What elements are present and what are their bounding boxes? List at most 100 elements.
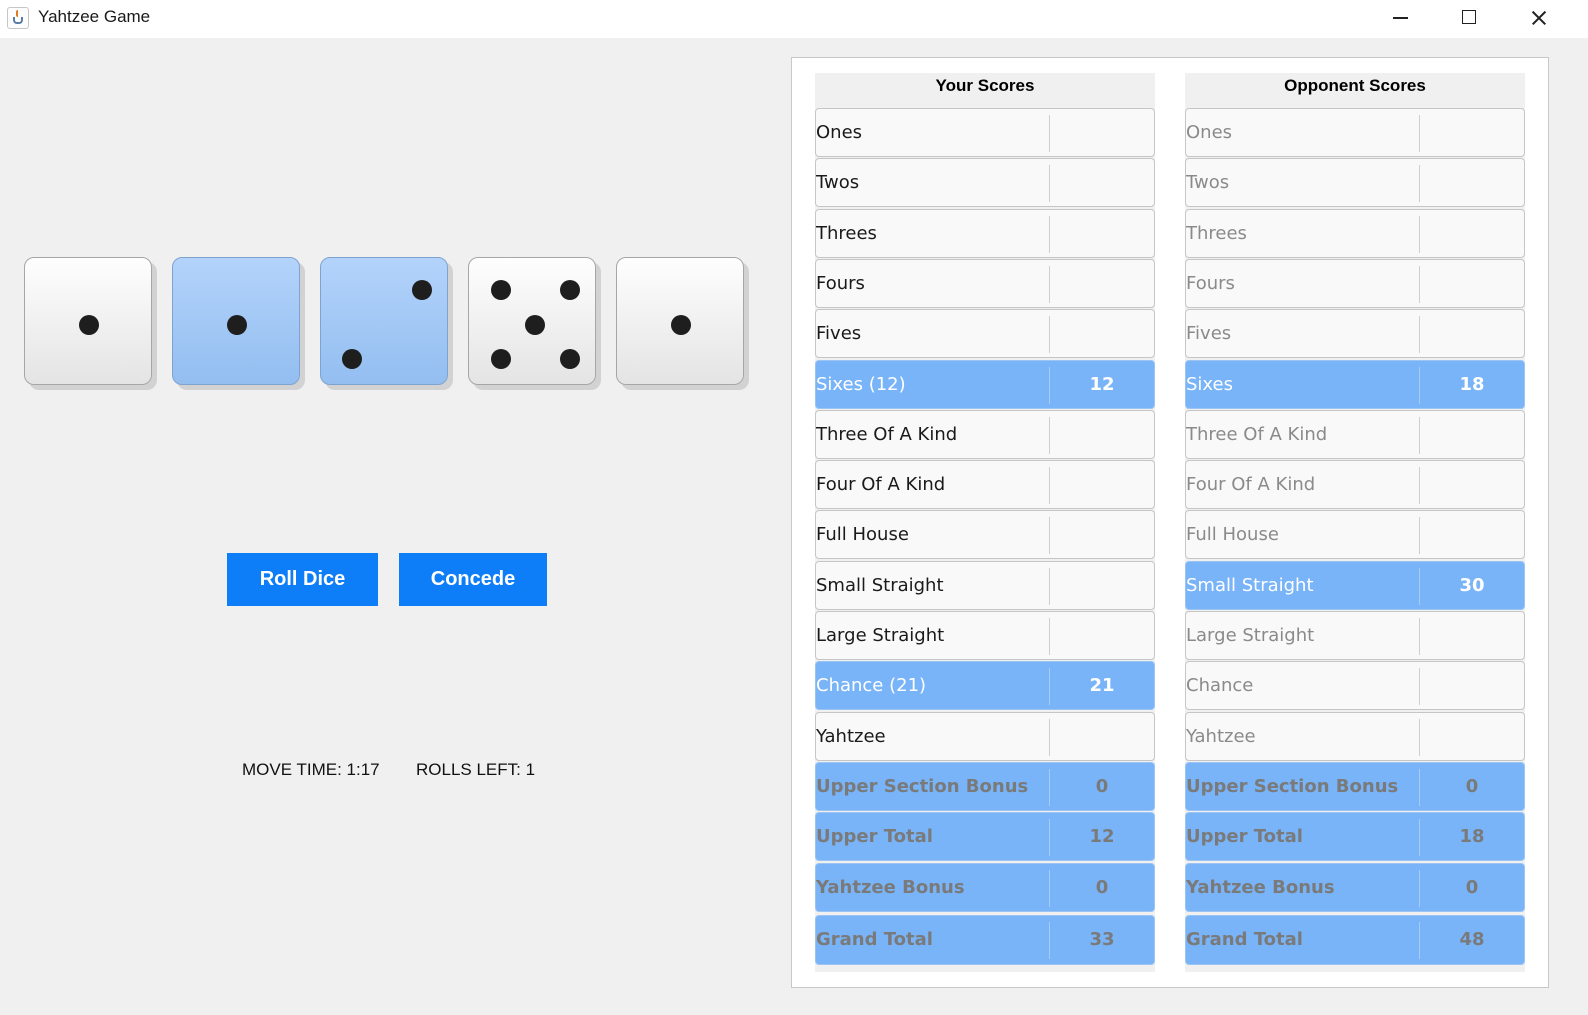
opponent-row-full-house[interactable]: Full House xyxy=(1185,510,1525,560)
score-row-value xyxy=(1420,461,1524,508)
opponent-row-chance[interactable]: Chance xyxy=(1185,661,1525,711)
score-row-value: 0 xyxy=(1465,876,1479,898)
score-row-label: Fives xyxy=(816,323,862,345)
your-scores-column: Your Scores Ones Twos Threes Fours Fives Sixe… xyxy=(815,73,1155,972)
score-row-label: Large Straight xyxy=(816,625,945,646)
score-row-label: Fours xyxy=(1186,272,1235,294)
opponent-row-four-of-a-kind[interactable]: Four Of A Kind xyxy=(1185,460,1525,510)
opponent-scores-column: Opponent Scores Ones Twos Threes Fours Fives… xyxy=(1185,73,1525,972)
opponent-row-sixes[interactable]: Sixes 18 xyxy=(1185,359,1525,409)
score-row-value: 30 xyxy=(1459,574,1485,596)
score-row-label: Upper Total xyxy=(1186,826,1303,848)
opponent-row-threes[interactable]: Threes xyxy=(1185,208,1525,258)
move-time-label: MOVE TIME: 1:17 xyxy=(242,760,380,779)
your-row-four-of-a-kind[interactable]: Four Of A Kind xyxy=(815,460,1155,510)
score-row-value: 0 xyxy=(1095,775,1109,797)
your-row-threes[interactable]: Threes xyxy=(815,208,1155,258)
your-row-small-straight[interactable]: Small Straight xyxy=(815,560,1155,610)
score-row-label: Yahtzee xyxy=(1186,725,1256,747)
score-row-label: Grand Total xyxy=(816,928,933,950)
your-row-fives[interactable]: Fives xyxy=(815,309,1155,359)
close-button[interactable] xyxy=(1504,0,1572,36)
your-row-grand-total: Grand Total 33 xyxy=(815,914,1155,965)
die-pip xyxy=(412,280,432,300)
opponent-row-yahtzee-bonus: Yahtzee Bonus 0 xyxy=(1185,862,1525,912)
opponent-row-three-of-a-kind[interactable]: Three Of A Kind xyxy=(1185,409,1525,459)
your-row-ones[interactable]: Ones xyxy=(815,108,1155,157)
score-row-value xyxy=(1050,260,1154,307)
score-row-label: Sixes (12) xyxy=(816,373,906,395)
score-row-value: 12 xyxy=(1089,826,1115,848)
score-row-label: Grand Total xyxy=(1186,928,1303,950)
your-row-yahtzee[interactable]: Yahtzee xyxy=(815,711,1155,761)
score-row-label: Upper Section Bonus xyxy=(1186,775,1399,797)
score-row-value xyxy=(1050,109,1154,156)
your-row-twos[interactable]: Twos xyxy=(815,158,1155,208)
your-row-full-house[interactable]: Full House xyxy=(815,510,1155,560)
roll-dice-button[interactable]: Roll Dice xyxy=(227,553,378,606)
die-pip xyxy=(560,280,580,300)
score-row-value: 33 xyxy=(1089,928,1115,950)
opponent-row-fours[interactable]: Fours xyxy=(1185,258,1525,308)
score-row-label: Yahtzee Bonus xyxy=(816,876,965,898)
your-row-large-straight[interactable]: Large Straight xyxy=(815,611,1155,660)
your-row-fours[interactable]: Fours xyxy=(815,258,1155,308)
concede-button[interactable]: Concede xyxy=(399,553,547,606)
your-row-yahtzee-bonus: Yahtzee Bonus 0 xyxy=(815,862,1155,912)
die-4[interactable] xyxy=(468,257,596,385)
score-row-label: Yahtzee Bonus xyxy=(1186,876,1335,898)
opponent-row-small-straight[interactable]: Small Straight 30 xyxy=(1185,560,1525,610)
window-title: Yahtzee Game xyxy=(38,7,151,26)
score-row-label: Yahtzee xyxy=(816,725,886,747)
score-row-value xyxy=(1050,210,1154,257)
score-row-value: 0 xyxy=(1095,876,1109,898)
die-pip xyxy=(79,315,99,335)
score-row-label: Fours xyxy=(816,272,865,294)
die-2[interactable] xyxy=(172,257,300,385)
opponent-row-ones[interactable]: Ones xyxy=(1185,108,1525,157)
score-row-value xyxy=(1420,612,1524,659)
score-row-label: Chance (21) xyxy=(816,675,927,697)
opponent-row-twos[interactable]: Twos xyxy=(1185,158,1525,208)
score-row-value xyxy=(1420,511,1524,558)
die-pip xyxy=(491,349,511,369)
opponent-scores-heading: Opponent Scores xyxy=(1284,76,1426,95)
rolls-left-label: ROLLS LEFT: 1 xyxy=(416,760,536,779)
score-row-label: Three Of A Kind xyxy=(1186,423,1328,445)
score-row-value: 48 xyxy=(1459,928,1485,950)
score-row-label: Small Straight xyxy=(816,574,944,596)
score-row-label: Sixes xyxy=(1186,373,1233,395)
score-row-label: Threes xyxy=(1186,222,1247,244)
die-3[interactable] xyxy=(320,257,448,385)
score-row-label: Four Of A Kind xyxy=(816,474,946,496)
score-row-label: Ones xyxy=(1186,122,1233,143)
opponent-row-large-straight[interactable]: Large Straight xyxy=(1185,611,1525,660)
score-row-value xyxy=(1050,411,1154,458)
opponent-row-fives[interactable]: Fives xyxy=(1185,309,1525,359)
die-5[interactable] xyxy=(616,257,744,385)
die-pip xyxy=(227,315,247,335)
your-row-three-of-a-kind[interactable]: Three Of A Kind xyxy=(815,409,1155,459)
score-row-value xyxy=(1050,713,1154,760)
your-row-sixes-12[interactable]: Sixes (12) 12 xyxy=(815,359,1155,409)
your-row-chance-21[interactable]: Chance (21) 21 xyxy=(815,661,1155,711)
score-row-value: 12 xyxy=(1089,373,1115,395)
minimize-button[interactable] xyxy=(1366,0,1434,36)
score-row-value: 18 xyxy=(1459,826,1485,848)
score-row-label: Large Straight xyxy=(1186,625,1315,646)
score-row-label: Full House xyxy=(816,524,909,546)
score-row-label: Full House xyxy=(1186,524,1279,546)
score-row-value xyxy=(1050,612,1154,659)
opponent-row-upper-total: Upper Total 18 xyxy=(1185,812,1525,862)
maximize-button[interactable] xyxy=(1434,0,1502,36)
score-row-value xyxy=(1420,662,1524,709)
score-row-value xyxy=(1420,310,1524,357)
die-1[interactable] xyxy=(24,257,152,385)
score-row-value xyxy=(1420,411,1524,458)
score-row-label: Three Of A Kind xyxy=(816,423,958,445)
score-row-value xyxy=(1420,109,1524,156)
opponent-row-yahtzee[interactable]: Yahtzee xyxy=(1185,711,1525,761)
score-row-label: Twos xyxy=(1186,172,1230,194)
score-row-label: Fives xyxy=(1186,323,1232,345)
die-pip xyxy=(560,349,580,369)
